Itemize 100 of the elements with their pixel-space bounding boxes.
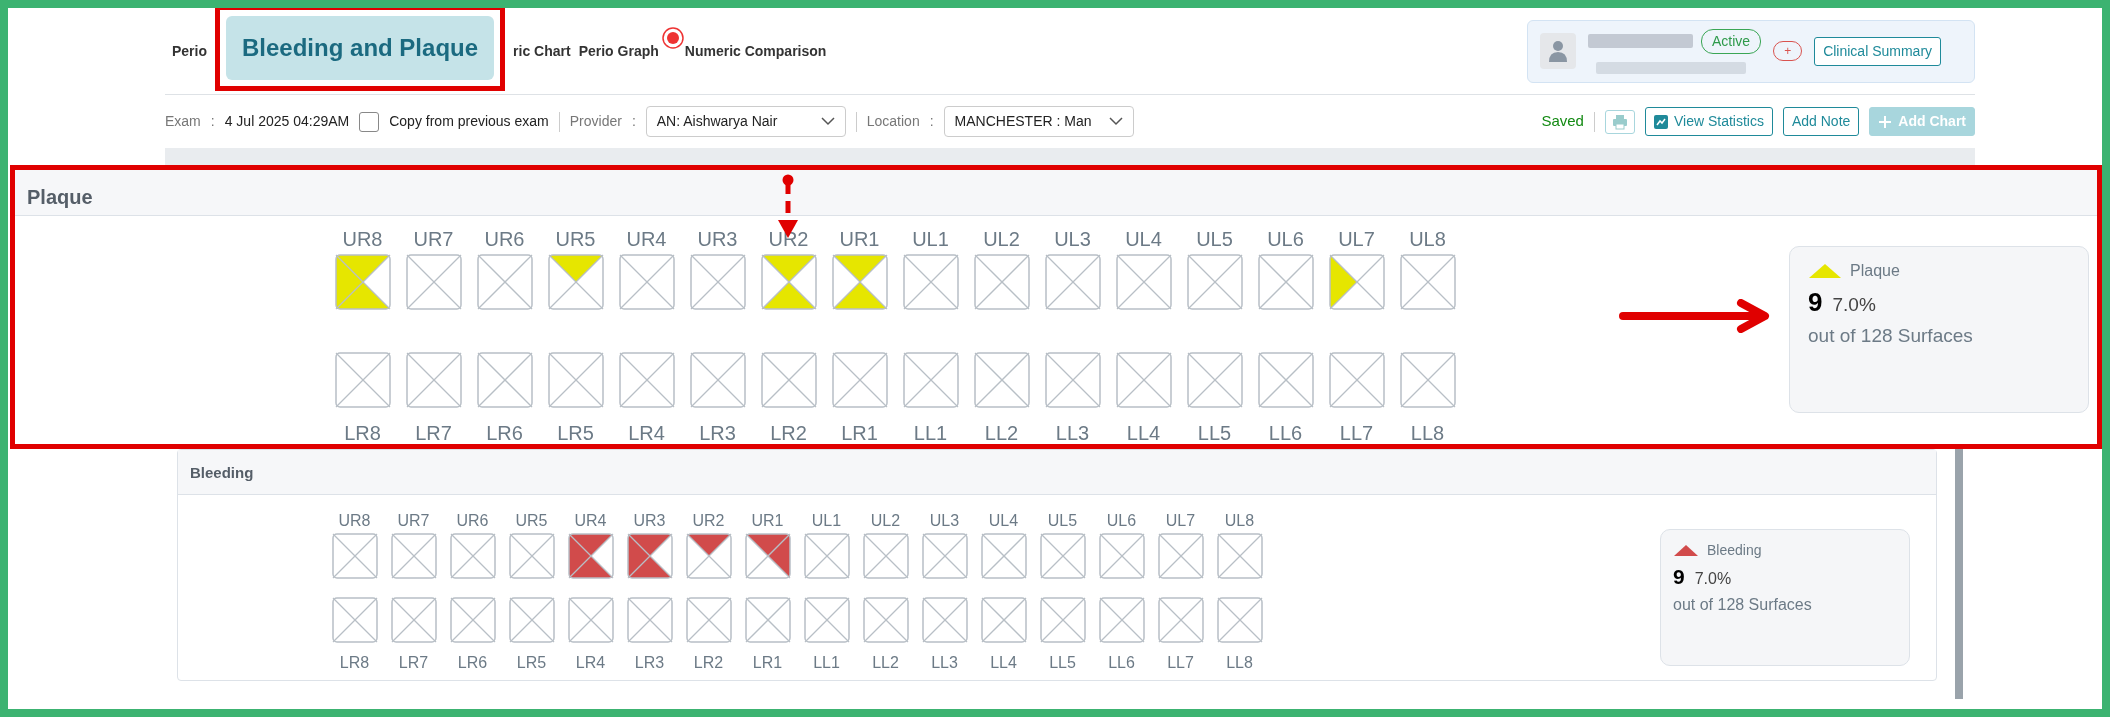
tooth-surface-diagram	[390, 597, 437, 643]
tooth-surface-diagram	[980, 597, 1027, 643]
print-button[interactable]	[1604, 109, 1635, 134]
tooth-surface-diagram	[567, 597, 614, 643]
tooth-surface-diagram	[744, 597, 791, 643]
tooth-surface-diagram	[476, 254, 533, 310]
tab[interactable]: ric Chart	[513, 40, 571, 62]
tooth-surface-diagram	[1044, 352, 1101, 408]
view-statistics-button[interactable]: View Statistics	[1644, 107, 1773, 136]
tooth-label: UL2	[869, 511, 902, 531]
tab[interactable]: Numeric Comparison	[684, 40, 827, 62]
tooth-surface-diagram	[744, 533, 791, 579]
tooth-surface-diagram	[803, 597, 850, 643]
tooth-label: UL4	[1124, 227, 1163, 252]
tooth-surface-diagram	[405, 254, 462, 310]
tooth-label: LR6	[456, 653, 489, 673]
tooth-label: UR4	[573, 511, 608, 531]
tooth-label: LL1	[912, 421, 949, 446]
plus-icon	[1878, 114, 1893, 129]
add-note-button[interactable]: Add Note	[1782, 107, 1860, 136]
tooth-surface-diagram	[508, 533, 555, 579]
tooth-label: UL6	[1105, 511, 1138, 531]
tooth-surface-diagram	[1039, 533, 1086, 579]
select-field[interactable]: AN: Aishwarya Nair	[645, 106, 846, 137]
percent-value: 7.0%	[1694, 569, 1732, 589]
tooth-surface-diagram	[862, 597, 909, 643]
tooth-surface-diagram	[1399, 254, 1456, 310]
select-field[interactable]: MANCHESTER : Man	[943, 106, 1134, 137]
tooth-surface-diagram	[1216, 597, 1263, 643]
tooth-surface-diagram	[508, 597, 555, 643]
field-label: Provider	[569, 112, 622, 131]
tooth-surface-diagram	[449, 533, 496, 579]
exam-date: 4 Jul 2025 04:29AM	[224, 112, 350, 131]
scrollbar[interactable]	[1955, 449, 1963, 699]
tooth-surface-diagram	[618, 352, 675, 408]
tooth-label: UL5	[1046, 511, 1079, 531]
tooth-surface-diagram	[1115, 254, 1172, 310]
tooth-surface-diagram	[760, 254, 817, 310]
tooth-label: LR5	[556, 421, 595, 446]
tooth-surface-diagram	[405, 352, 462, 408]
tab[interactable]: Perio	[172, 40, 207, 62]
tooth-label: LR3	[698, 421, 737, 446]
tab[interactable]: Perio Graph	[578, 40, 659, 62]
tooth-label: LR6	[485, 421, 524, 446]
chevron-down-icon	[1108, 117, 1123, 126]
tooth-surface-diagram	[685, 597, 732, 643]
tooth-surface-diagram	[1328, 254, 1385, 310]
tooth-surface-diagram	[689, 352, 746, 408]
tooth-surface-diagram	[831, 254, 888, 310]
tooth-surface-diagram	[1098, 597, 1145, 643]
tooth-label: UL2	[982, 227, 1021, 252]
tooth-surface-diagram	[1216, 533, 1263, 579]
tooth-label: UL8	[1408, 227, 1447, 252]
tooth-surface-diagram	[921, 533, 968, 579]
triangle-icon	[1808, 263, 1842, 279]
tooth-label: UR6	[483, 227, 526, 252]
status-badge: Active	[1701, 28, 1762, 54]
tooth-label: LL6	[1107, 653, 1136, 673]
tooth-label: LL4	[989, 653, 1018, 673]
tooth-label: LL2	[871, 653, 900, 673]
tooth-label: UR3	[696, 227, 739, 252]
tab[interactable]: Bleeding and Plaque	[226, 16, 495, 80]
legend-label: Plaque	[1850, 261, 1900, 281]
tooth-label: UL7	[1164, 511, 1197, 531]
tooth-label: LR5	[515, 653, 548, 673]
tooth-surface-diagram	[390, 533, 437, 579]
checkbox[interactable]	[359, 111, 380, 132]
tooth-surface-diagram	[1115, 352, 1172, 408]
tooth-surface-diagram	[334, 254, 391, 310]
tooth-label: LL5	[1048, 653, 1077, 673]
tooth-surface-diagram	[449, 597, 496, 643]
tooth-label: UR5	[554, 227, 597, 252]
tooth-label: UR8	[341, 227, 384, 252]
tooth-label: UR7	[396, 511, 431, 531]
tooth-label: LR8	[338, 653, 371, 673]
tooth-label: LR1	[751, 653, 784, 673]
tooth-label: LL8	[1409, 421, 1446, 446]
tooth-surface-diagram	[1098, 533, 1145, 579]
tooth-surface-diagram	[1039, 597, 1086, 643]
tooth-surface-diagram	[1328, 352, 1385, 408]
tooth-label: LR1	[840, 421, 879, 446]
tooth-label: UL3	[928, 511, 961, 531]
record-icon	[660, 26, 685, 50]
tooth-label: UL6	[1266, 227, 1305, 252]
tooth-surface-diagram	[980, 533, 1027, 579]
tooth-surface-diagram	[618, 254, 675, 310]
tooth-label: LL2	[983, 421, 1020, 446]
clinical-summary-button[interactable]: Clinical Summary	[1814, 36, 1942, 66]
tooth-surface-diagram	[626, 597, 673, 643]
legend-label: Bleeding	[1707, 541, 1762, 560]
checkbox-label: Copy from previous exam	[389, 112, 549, 131]
tooth-label: UL7	[1337, 227, 1376, 252]
tooth-label: LL7	[1338, 421, 1375, 446]
tooth-surface-diagram	[921, 597, 968, 643]
triangle-icon	[1673, 544, 1699, 557]
tooth-label: UR2	[767, 227, 810, 252]
tooth-surface-diagram	[973, 352, 1030, 408]
section-title: Plaque	[15, 170, 2097, 216]
tooth-label: UR1	[750, 511, 785, 531]
tooth-label: LR4	[627, 421, 666, 446]
